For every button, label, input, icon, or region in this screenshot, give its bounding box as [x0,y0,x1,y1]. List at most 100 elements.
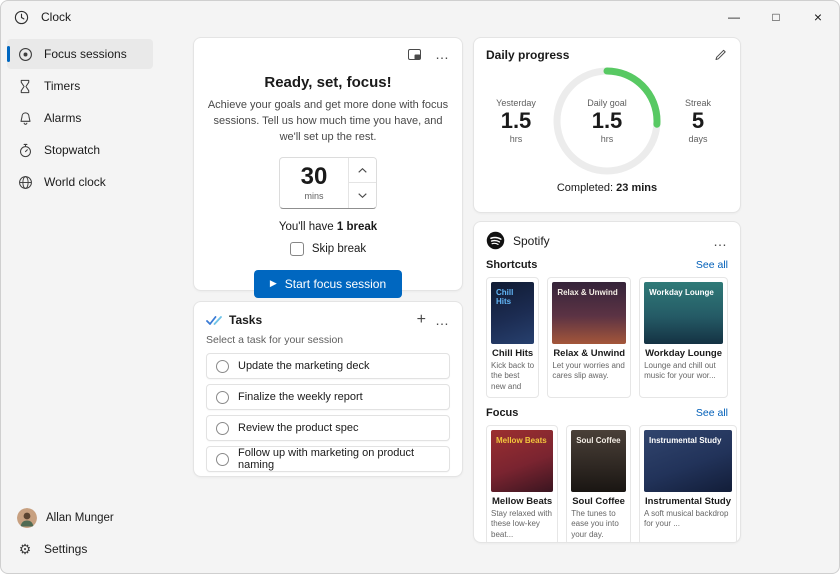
maximize-button[interactable]: □ [755,1,797,33]
user-profile[interactable]: Allan Munger [7,503,153,533]
add-task-button[interactable]: + [416,311,427,329]
timers-icon [17,79,33,94]
break-info: You'll have 1 break [206,221,450,233]
playlist-description: Kick back to the best new and rece... [491,361,534,393]
minimize-button[interactable]: — [713,1,755,33]
task-label: Finalize the weekly report [238,391,363,403]
task-radio[interactable] [216,422,229,435]
sidebar-item-world-clock[interactable]: World clock [7,167,153,197]
skip-break-checkbox[interactable] [290,242,304,256]
yesterday-stat: Yesterday 1.5 hrs [488,98,544,143]
goal-stat: Daily goal 1.5 hrs [551,65,663,177]
focus-sessions-icon [17,47,33,62]
spotify-more-icon[interactable]: … [712,233,728,249]
progress-ring: Daily goal 1.5 hrs [551,65,663,177]
playlist-card-instrumental-study[interactable]: Instrumental Study Instrumental Study A … [639,425,737,543]
task-label: Review the product spec [238,422,358,434]
sidebar: Focus sessions Timers Alarms Stopwatch [1,33,159,573]
more-options-icon[interactable]: … [434,46,450,62]
task-item[interactable]: Finalize the weekly report [206,384,450,410]
spotify-icon [486,231,505,250]
sidebar-item-focus-sessions[interactable]: Focus sessions [7,39,153,69]
stopwatch-icon [17,143,33,158]
task-radio[interactable] [216,391,229,404]
playlist-card-chill-hits[interactable]: Chill Hits Chill Hits Kick back to the b… [486,277,539,398]
sidebar-item-settings[interactable]: ⚙ Settings [7,534,153,564]
shortcuts-label: Shortcuts [486,259,537,271]
focus-title: Ready, set, focus! [206,74,450,91]
sidebar-item-label: Stopwatch [44,143,100,157]
edit-pencil-icon[interactable] [713,47,728,62]
sidebar-item-label: Settings [44,542,87,556]
start-button-label: Start focus session [285,277,386,291]
spotify-title: Spotify [513,234,550,248]
sidebar-item-alarms[interactable]: Alarms [7,103,153,133]
playlist-card-mellow-beats[interactable]: Mellow Beats Mellow Beats Stay relaxed w… [486,425,558,543]
playlist-title: Relax & Unwind [553,348,625,359]
spotify-card: Spotify … Shortcuts See all Chill Hits [473,221,741,543]
playlist-description: Stay relaxed with these low-key beat... [491,509,553,540]
playlist-title: Instrumental Study [645,496,731,507]
album-art: Mellow Beats [491,430,553,492]
task-item[interactable]: Review the product spec [206,415,450,441]
task-label: Update the marketing deck [238,360,369,372]
tasks-card: Tasks + … Select a task for your session… [193,301,463,477]
album-art: Instrumental Study [644,430,732,492]
album-art: Soul Coffee [571,430,626,492]
mini-view-icon[interactable] [407,48,422,61]
focus-session-card: … Ready, set, focus! Achieve your goals … [193,37,463,291]
playlist-title: Mellow Beats [492,496,552,507]
focus-see-all-link[interactable]: See all [696,407,728,419]
playlist-description: Let your worries and cares slip away. [552,361,626,382]
decrease-duration-button[interactable] [348,182,376,208]
tasks-subtitle: Select a task for your session [206,334,450,346]
task-item[interactable]: Follow up with marketing on product nami… [206,446,450,472]
duration-value: 30 [301,165,328,189]
close-button[interactable]: × [797,1,839,33]
chevron-down-icon [358,193,367,198]
shortcuts-grid: Chill Hits Chill Hits Kick back to the b… [486,277,728,398]
main-content: … Ready, set, focus! Achieve your goals … [159,33,839,573]
sidebar-item-label: Alarms [44,111,81,125]
sidebar-item-label: Timers [44,79,80,93]
task-item[interactable]: Update the marketing deck [206,353,450,379]
sidebar-item-timers[interactable]: Timers [7,71,153,101]
playlist-description: A soft musical backdrop for your ... [644,509,732,530]
album-art: Workday Lounge [644,282,723,344]
world-clock-icon [17,175,33,190]
playlist-card-relax-unwind[interactable]: Relax & Unwind Relax & Unwind Let your w… [547,277,631,398]
sidebar-item-label: World clock [44,175,106,189]
focus-subtitle: Achieve your goals and get more done wit… [206,98,450,146]
playlist-title: Soul Coffee [572,496,625,507]
increase-duration-button[interactable] [348,158,376,183]
titlebar: Clock — □ × [1,1,839,33]
start-focus-session-button[interactable]: ▶ Start focus session [254,270,402,298]
window-controls: — □ × [713,1,839,33]
tasks-title: Tasks [229,313,262,327]
sidebar-footer: Allan Munger ⚙ Settings [5,502,155,565]
playlist-description: The tunes to ease you into your day. [571,509,626,540]
skip-break-label: Skip break [312,243,366,255]
playlist-title: Chill Hits [492,348,533,359]
duration-unit: mins [304,191,323,201]
tasks-check-icon [206,315,222,326]
focus-grid: Mellow Beats Mellow Beats Stay relaxed w… [486,425,728,543]
settings-gear-icon: ⚙ [17,541,33,558]
playlist-card-workday-lounge[interactable]: Workday Lounge Workday Lounge Lounge and… [639,277,728,398]
task-radio[interactable] [216,453,229,466]
daily-progress-card: Daily progress Yesterday 1.5 hrs [473,37,741,213]
playlist-description: Lounge and chill out music for your wor.… [644,361,723,382]
tasks-more-icon[interactable]: … [434,312,450,328]
album-art: Chill Hits [491,282,534,344]
sidebar-item-stopwatch[interactable]: Stopwatch [7,135,153,165]
user-name: Allan Munger [46,512,114,524]
playlist-card-soul-coffee[interactable]: Soul Coffee Soul Coffee The tunes to eas… [566,425,631,543]
duration-spinner[interactable]: 30 mins [279,157,377,209]
skip-break-option[interactable]: Skip break [206,242,450,256]
clock-app-window: Clock — □ × Focus sessions Timers [0,0,840,574]
task-radio[interactable] [216,360,229,373]
completed-text: Completed: 23 mins [486,182,728,194]
daily-progress-title: Daily progress [486,48,569,62]
shortcuts-see-all-link[interactable]: See all [696,259,728,271]
avatar [17,508,37,528]
